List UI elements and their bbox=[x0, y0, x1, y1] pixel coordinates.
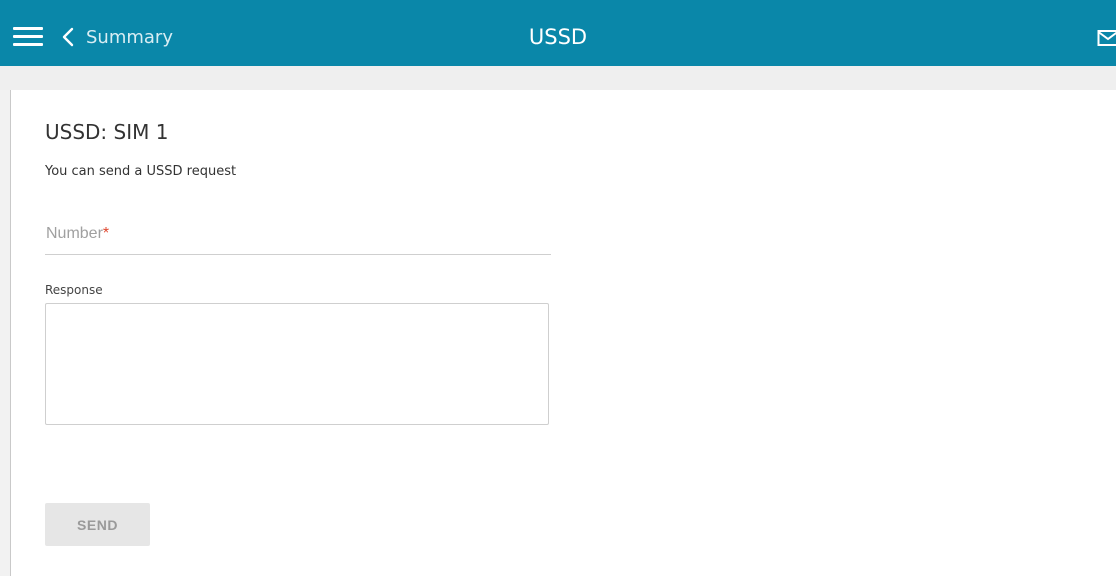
section-description: You can send a USSD request bbox=[45, 164, 237, 179]
ussd-panel: USSD: SIM 1 You can send a USSD request … bbox=[10, 90, 1116, 576]
number-field[interactable]: Number* bbox=[45, 222, 555, 256]
response-label: Response bbox=[45, 283, 103, 297]
page-title: USSD bbox=[528, 25, 588, 49]
response-textarea[interactable] bbox=[45, 303, 549, 425]
send-button[interactable]: SEND bbox=[45, 503, 150, 546]
mail-icon[interactable] bbox=[1097, 29, 1116, 47]
number-input[interactable] bbox=[45, 222, 555, 256]
top-app-bar: Summary USSD bbox=[0, 0, 1116, 66]
section-title: USSD: SIM 1 bbox=[45, 120, 169, 144]
content-gutter bbox=[0, 66, 1116, 90]
